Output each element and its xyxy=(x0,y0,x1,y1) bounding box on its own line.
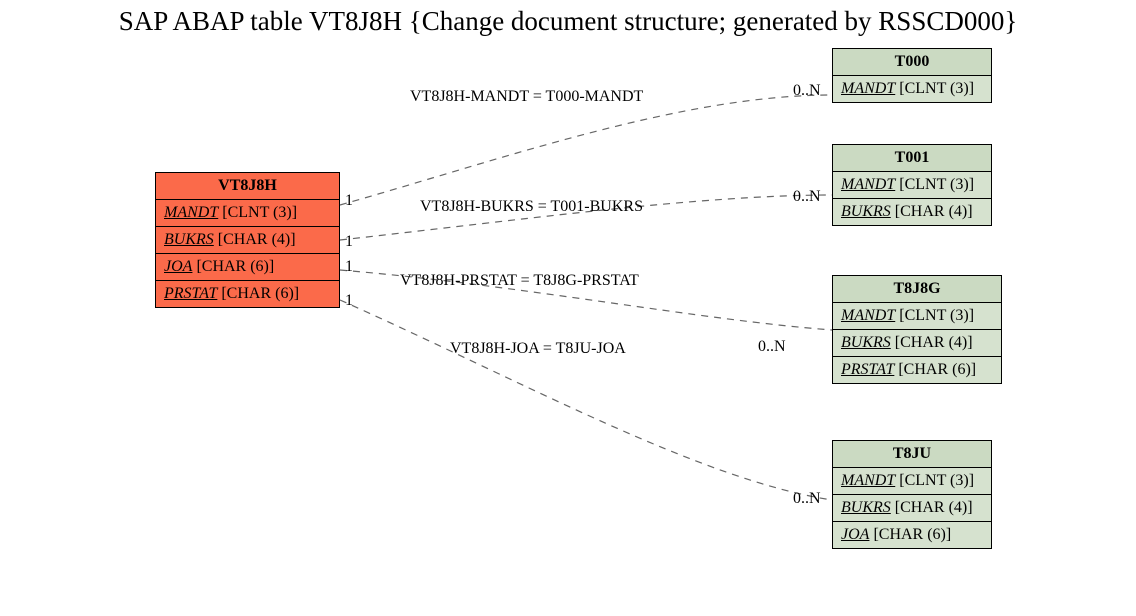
relation-label-2: VT8J8H-PRSTAT = T8J8G-PRSTAT xyxy=(400,272,639,290)
table-target-1: T001 MANDT [CLNT (3)]BUKRS [CHAR (4)] xyxy=(832,144,992,226)
table-row: BUKRS [CHAR (4)] xyxy=(833,495,991,522)
right-card-3: 0..N xyxy=(793,490,821,508)
table-target-3-header: T8JU xyxy=(833,441,991,468)
right-card-extra: 0..N xyxy=(758,338,786,356)
table-main: VT8J8H MANDT [CLNT (3)]BUKRS [CHAR (4)]J… xyxy=(155,172,340,308)
table-row: BUKRS [CHAR (4)] xyxy=(833,199,991,225)
right-card-1: 0..N xyxy=(793,188,821,206)
table-row: MANDT [CLNT (3)] xyxy=(833,468,991,495)
left-card-3: 1 xyxy=(345,292,353,310)
relation-label-3: VT8J8H-JOA = T8JU-JOA xyxy=(450,340,626,358)
table-row: MANDT [CLNT (3)] xyxy=(833,172,991,199)
left-card-2: 1 xyxy=(345,258,353,276)
page-title: SAP ABAP table VT8J8H {Change document s… xyxy=(0,6,1136,37)
relation-label-1: VT8J8H-BUKRS = T001-BUKRS xyxy=(420,198,643,216)
table-row: MANDT [CLNT (3)] xyxy=(833,303,1001,330)
table-row: JOA [CHAR (6)] xyxy=(156,254,339,281)
table-target-2-header: T8J8G xyxy=(833,276,1001,303)
left-card-1: 1 xyxy=(345,233,353,251)
table-main-header: VT8J8H xyxy=(156,173,339,200)
table-row: PRSTAT [CHAR (6)] xyxy=(156,281,339,307)
relation-label-0: VT8J8H-MANDT = T000-MANDT xyxy=(410,88,643,106)
table-target-3: T8JU MANDT [CLNT (3)]BUKRS [CHAR (4)]JOA… xyxy=(832,440,992,549)
left-card-0: 1 xyxy=(345,192,353,210)
table-row: MANDT [CLNT (3)] xyxy=(156,200,339,227)
table-target-0: T000 MANDT [CLNT (3)] xyxy=(832,48,992,103)
table-row: BUKRS [CHAR (4)] xyxy=(833,330,1001,357)
table-target-0-header: T000 xyxy=(833,49,991,76)
right-card-0: 0..N xyxy=(793,82,821,100)
table-row: BUKRS [CHAR (4)] xyxy=(156,227,339,254)
table-target-2: T8J8G MANDT [CLNT (3)]BUKRS [CHAR (4)]PR… xyxy=(832,275,1002,384)
table-row: JOA [CHAR (6)] xyxy=(833,522,991,548)
table-row: PRSTAT [CHAR (6)] xyxy=(833,357,1001,383)
table-row: MANDT [CLNT (3)] xyxy=(833,76,991,102)
table-target-1-header: T001 xyxy=(833,145,991,172)
